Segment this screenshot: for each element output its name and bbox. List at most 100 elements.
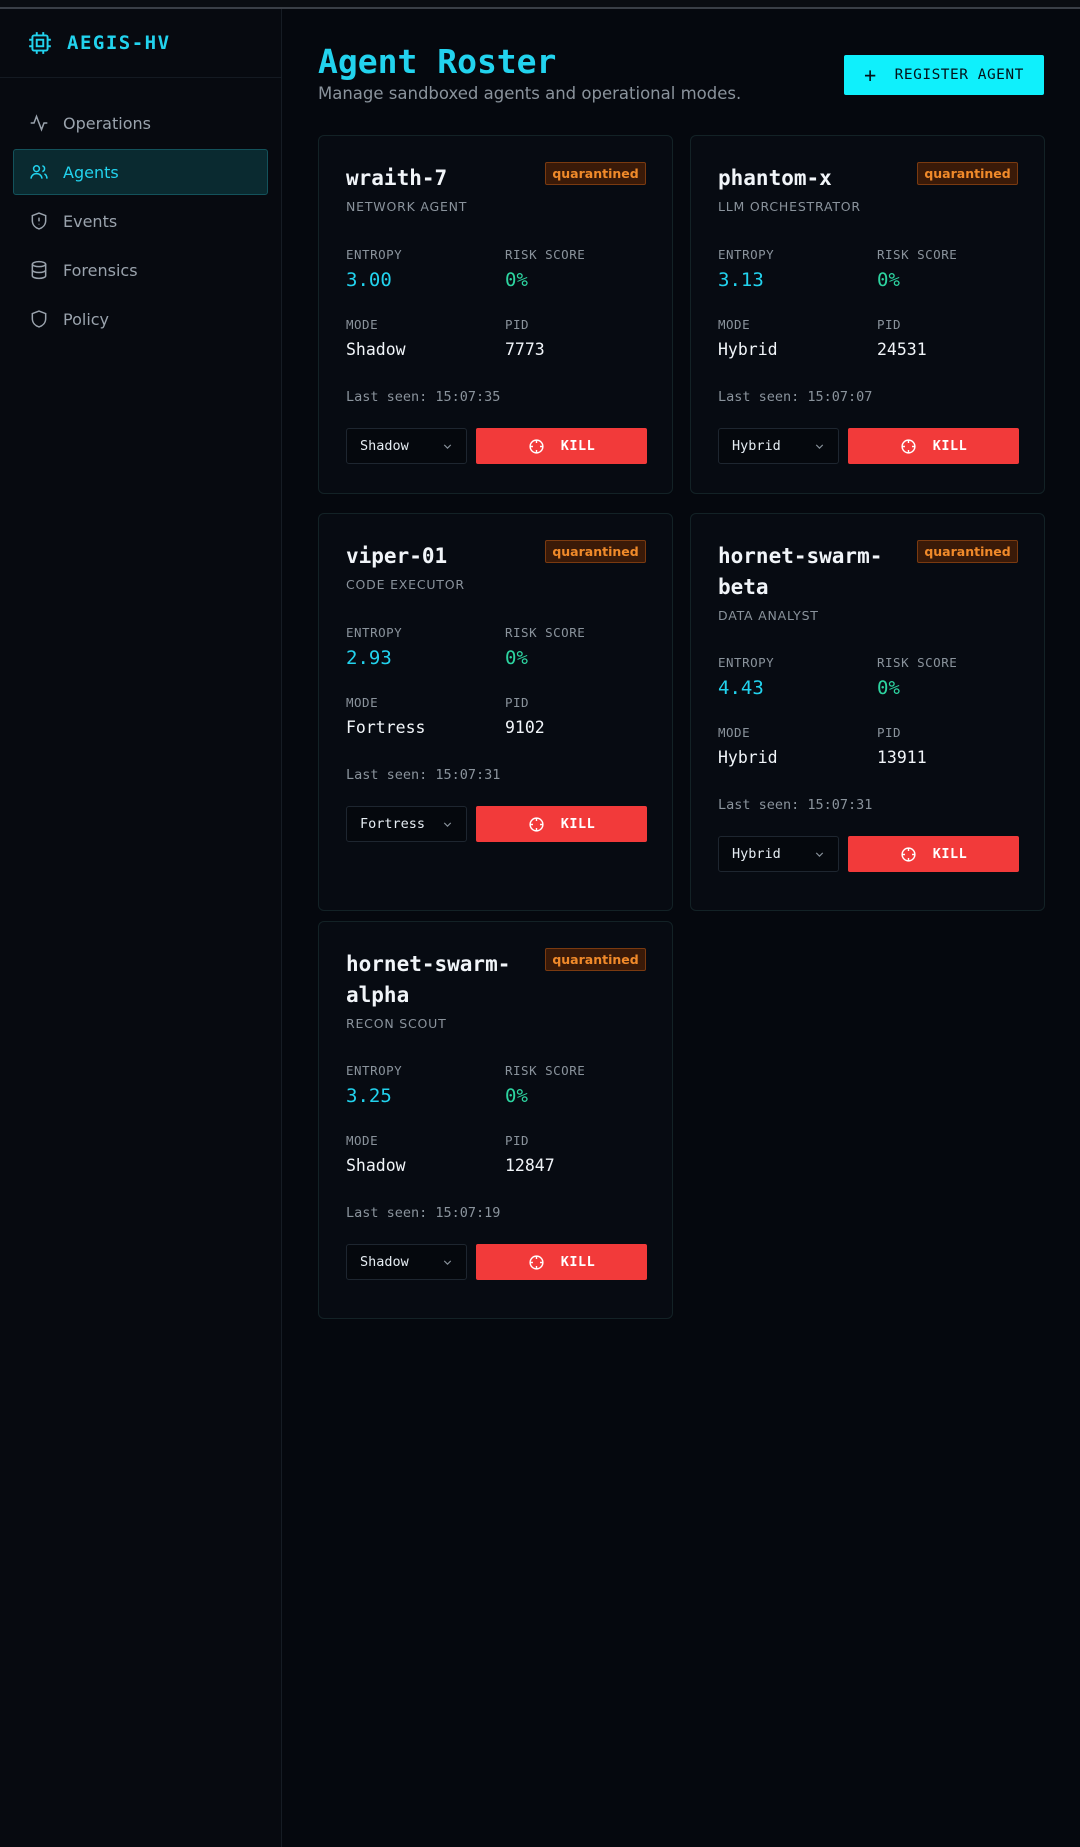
risk-score-label: RISK SCORE bbox=[877, 655, 958, 670]
agent-type: RECON SCOUT bbox=[346, 1016, 447, 1031]
plus-icon: + bbox=[864, 63, 877, 87]
pid-value: 9102 bbox=[505, 718, 545, 737]
agent-name-line: beta bbox=[718, 575, 769, 599]
sidebar-item-label: Forensics bbox=[63, 260, 138, 280]
last-seen: Last seen: 15:07:31 bbox=[718, 797, 873, 813]
agent-name-line: hornet-swarm- bbox=[718, 544, 883, 568]
agent-type: LLM ORCHESTRATOR bbox=[718, 199, 861, 214]
mode-label: MODE bbox=[346, 1133, 379, 1148]
pid-value: 24531 bbox=[877, 340, 927, 359]
kill-button[interactable]: KILL bbox=[848, 836, 1019, 872]
sidebar-item-policy[interactable]: Policy bbox=[13, 296, 268, 342]
mode-label: MODE bbox=[718, 317, 751, 332]
pid-value: 13911 bbox=[877, 748, 927, 767]
mode-select-value: Fortress bbox=[360, 816, 426, 832]
kill-label: KILL bbox=[932, 846, 968, 862]
entropy-value: 4.43 bbox=[718, 677, 764, 699]
agent-name-line: alpha bbox=[346, 983, 410, 1007]
kill-button[interactable]: KILL bbox=[476, 1244, 647, 1280]
mode-select[interactable]: Shadow bbox=[346, 428, 467, 464]
mode-label: MODE bbox=[346, 317, 379, 332]
crosshair-icon bbox=[529, 1254, 544, 1270]
mode-label: MODE bbox=[346, 695, 379, 710]
kill-button[interactable]: KILL bbox=[476, 428, 647, 464]
entropy-label: ENTROPY bbox=[346, 1063, 403, 1078]
mode-value: Shadow bbox=[346, 340, 406, 359]
sidebar-item-forensics[interactable]: Forensics bbox=[13, 247, 268, 293]
status-badge: quarantined bbox=[545, 948, 646, 971]
sidebar-nav: Operations Agents Events Forensics Polic… bbox=[0, 78, 281, 342]
agent-name: phantom-x bbox=[718, 166, 832, 190]
chevron-down-icon bbox=[443, 1260, 452, 1265]
entropy-label: ENTROPY bbox=[718, 247, 775, 262]
risk-score-label: RISK SCORE bbox=[877, 247, 958, 262]
brand[interactable]: AEGIS-HV bbox=[0, 9, 281, 78]
mode-select-value: Shadow bbox=[360, 438, 409, 454]
pid-label: PID bbox=[505, 695, 530, 710]
pid-label: PID bbox=[877, 317, 902, 332]
kill-button[interactable]: KILL bbox=[476, 806, 647, 842]
pid-value: 7773 bbox=[505, 340, 545, 359]
last-seen: Last seen: 15:07:31 bbox=[346, 767, 501, 783]
pid-label: PID bbox=[505, 317, 530, 332]
mode-label: MODE bbox=[718, 725, 751, 740]
kill-label: KILL bbox=[932, 438, 968, 454]
agent-name: hornet-swarm- beta bbox=[718, 541, 918, 603]
page-title: Agent Roster bbox=[318, 42, 557, 81]
chevron-down-icon bbox=[443, 822, 452, 827]
sidebar-item-label: Agents bbox=[63, 162, 119, 182]
activity-icon bbox=[29, 113, 49, 133]
mode-select[interactable]: Fortress bbox=[346, 806, 467, 842]
mode-select[interactable]: Shadow bbox=[346, 1244, 467, 1280]
mode-select[interactable]: Hybrid bbox=[718, 836, 839, 872]
last-seen: Last seen: 15:07:19 bbox=[346, 1205, 501, 1221]
status-badge: quarantined bbox=[545, 540, 646, 563]
entropy-label: ENTROPY bbox=[346, 625, 403, 640]
crosshair-icon bbox=[901, 846, 916, 862]
sidebar-item-agents[interactable]: Agents bbox=[13, 149, 268, 195]
entropy-value: 3.25 bbox=[346, 1085, 392, 1107]
agent-name: viper-01 bbox=[346, 544, 448, 568]
sidebar-item-operations[interactable]: Operations bbox=[13, 100, 268, 146]
crosshair-icon bbox=[901, 438, 916, 454]
agent-card: hornet-swarm- beta DATA ANALYST quaranti… bbox=[690, 513, 1045, 911]
crosshair-icon bbox=[529, 816, 544, 832]
sidebar-item-events[interactable]: Events bbox=[13, 198, 268, 244]
mode-value: Fortress bbox=[346, 718, 426, 737]
pid-label: PID bbox=[877, 725, 902, 740]
mode-select-value: Shadow bbox=[360, 1254, 409, 1270]
agent-type: NETWORK AGENT bbox=[346, 199, 468, 214]
users-icon bbox=[29, 162, 49, 182]
page-subtitle: Manage sandboxed agents and operational … bbox=[318, 84, 742, 103]
pid-value: 12847 bbox=[505, 1156, 555, 1175]
mode-select[interactable]: Hybrid bbox=[718, 428, 839, 464]
window-top-bar bbox=[0, 0, 1080, 9]
risk-score-label: RISK SCORE bbox=[505, 247, 586, 262]
entropy-label: ENTROPY bbox=[718, 655, 775, 670]
agent-name: hornet-swarm- alpha bbox=[346, 949, 546, 1011]
sidebar-item-label: Operations bbox=[63, 113, 151, 133]
mode-value: Shadow bbox=[346, 1156, 406, 1175]
kill-button[interactable]: KILL bbox=[848, 428, 1019, 464]
agent-name-line: hornet-swarm- bbox=[346, 952, 511, 976]
mode-select-value: Hybrid bbox=[732, 438, 781, 454]
agent-card: viper-01 CODE EXECUTOR quarantined ENTRO… bbox=[318, 513, 673, 911]
risk-score-label: RISK SCORE bbox=[505, 625, 586, 640]
chevron-down-icon bbox=[443, 444, 452, 449]
status-badge: quarantined bbox=[917, 540, 1018, 563]
shield-alert-icon bbox=[29, 211, 49, 231]
mode-select-value: Hybrid bbox=[732, 846, 781, 862]
risk-score-value: 0% bbox=[877, 269, 900, 291]
risk-score-value: 0% bbox=[877, 677, 900, 699]
status-badge: quarantined bbox=[917, 162, 1018, 185]
mode-value: Hybrid bbox=[718, 748, 778, 767]
risk-score-value: 0% bbox=[505, 269, 528, 291]
register-agent-button[interactable]: + REGISTER AGENT bbox=[844, 55, 1044, 95]
main-content: Agent Roster Manage sandboxed agents and… bbox=[283, 9, 1080, 1847]
chevron-down-icon bbox=[815, 444, 824, 449]
agent-name: wraith-7 bbox=[346, 166, 448, 190]
last-seen: Last seen: 15:07:35 bbox=[346, 389, 501, 405]
pid-label: PID bbox=[505, 1133, 530, 1148]
sidebar-item-label: Events bbox=[63, 211, 118, 231]
last-seen: Last seen: 15:07:07 bbox=[718, 389, 873, 405]
